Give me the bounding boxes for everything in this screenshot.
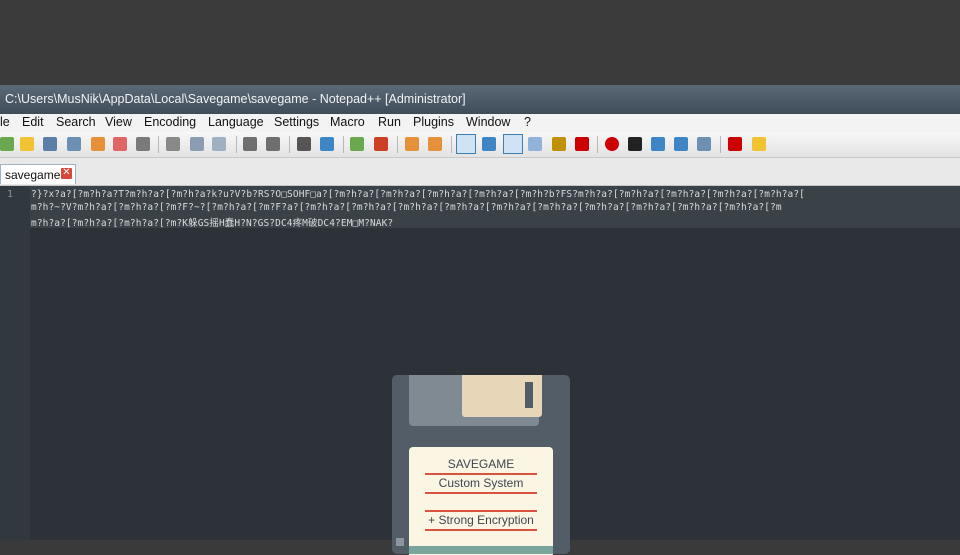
cut-icon[interactable]: [166, 137, 180, 151]
floppy-shutter-slot: [525, 382, 533, 408]
redo-icon[interactable]: [266, 137, 280, 151]
indent-guide-toggle[interactable]: [503, 134, 523, 154]
label-rule: [425, 529, 537, 531]
save-icon[interactable]: [43, 137, 57, 151]
toolbar-separator: [289, 136, 290, 153]
floppy-label-stripe: [409, 546, 553, 554]
new-file-icon[interactable]: [0, 137, 14, 151]
plugin-icon[interactable]: [752, 137, 766, 151]
menu-view[interactable]: View: [105, 115, 132, 129]
function-list-icon[interactable]: [575, 137, 589, 151]
floppy-shutter: [409, 375, 542, 426]
toolbar-separator: [451, 136, 452, 153]
save-macro-icon[interactable]: [697, 137, 711, 151]
menu-language[interactable]: Language: [208, 115, 264, 129]
sync-vertical-icon[interactable]: [405, 137, 419, 151]
word-wrap-toggle[interactable]: [456, 134, 476, 154]
floppy-label: SAVEGAME Custom System + Strong Encrypti…: [409, 447, 553, 555]
zoom-out-icon[interactable]: [374, 137, 388, 151]
tab-bar: savegame ✕: [0, 158, 960, 186]
toolbar: [0, 132, 960, 158]
toolbar-separator: [158, 136, 159, 153]
floppy-disk-image: SAVEGAME Custom System + Strong Encrypti…: [392, 375, 570, 555]
toolbar-separator: [397, 136, 398, 153]
floppy-label-line2: Custom System: [438, 476, 524, 490]
label-rule: [425, 492, 537, 494]
write-protect-notch: [396, 538, 404, 546]
save-all-icon[interactable]: [67, 137, 81, 151]
document-map-icon[interactable]: [552, 137, 566, 151]
floppy-label-title: SAVEGAME: [447, 457, 515, 471]
tab-savegame[interactable]: savegame ✕: [0, 164, 76, 184]
menu-edit[interactable]: Edit: [22, 115, 44, 129]
menu-window[interactable]: Window: [466, 115, 510, 129]
floppy-label-line3: + Strong Encryption: [428, 513, 534, 527]
print-icon[interactable]: [136, 137, 150, 151]
spell-check-icon[interactable]: [728, 137, 742, 151]
label-rule: [425, 510, 537, 512]
stop-macro-icon[interactable]: [628, 137, 642, 151]
user-language-icon[interactable]: [528, 137, 542, 151]
close-all-icon[interactable]: [113, 137, 127, 151]
title-bar[interactable]: C:\Users\MusNik\AppData\Local\Savegame\s…: [0, 85, 960, 114]
code-line: m?h?~?V?m?h?a?[?m?h?a?[?m?F?~?[?m?h?a?[?…: [31, 202, 782, 213]
toolbar-separator: [236, 136, 237, 153]
code-text[interactable]: ?}?x?a?[?m?h?a?T?m?h?a?[?m?h?a?k?u?V?b?R…: [30, 186, 960, 229]
desktop-background: [0, 0, 960, 85]
menu-encoding[interactable]: Encoding: [144, 115, 196, 129]
record-macro-icon[interactable]: [605, 137, 619, 151]
code-line: m?h?a?[?m?h?a?[?m?h?a?[?m?K躲GS摇H蠢H?N?GS?…: [31, 218, 394, 229]
toolbar-separator: [343, 136, 344, 153]
tab-label: savegame: [5, 168, 61, 182]
code-line: ?}?x?a?[?m?h?a?T?m?h?a?[?m?h?a?k?u?V?b?R…: [31, 189, 805, 200]
close-icon[interactable]: ✕: [61, 168, 72, 179]
menu-search[interactable]: Search: [56, 115, 96, 129]
menu-run[interactable]: Run: [378, 115, 401, 129]
show-all-characters-icon[interactable]: [482, 137, 496, 151]
menu-plugins[interactable]: Plugins: [413, 115, 454, 129]
zoom-in-icon[interactable]: [350, 137, 364, 151]
window-title: C:\Users\MusNik\AppData\Local\Savegame\s…: [5, 92, 466, 106]
menu-bar: le Edit Search View Encoding Language Se…: [0, 114, 960, 132]
find-icon[interactable]: [297, 137, 311, 151]
menu-file[interactable]: le: [0, 115, 10, 129]
line-number: 1: [7, 189, 14, 200]
menu-settings[interactable]: Settings: [274, 115, 319, 129]
editor-area[interactable]: 1 ?}?x?a?[?m?h?a?T?m?h?a?[?m?h?a?k?u?V?b…: [0, 186, 960, 555]
copy-icon[interactable]: [190, 137, 204, 151]
menu-macro[interactable]: Macro: [330, 115, 365, 129]
close-file-icon[interactable]: [91, 137, 105, 151]
paste-icon[interactable]: [212, 137, 226, 151]
label-rule: [425, 473, 537, 475]
line-number-gutter: 1: [0, 186, 30, 540]
replace-icon[interactable]: [320, 137, 334, 151]
toolbar-separator: [597, 136, 598, 153]
menu-help[interactable]: ?: [524, 115, 531, 129]
run-macro-multiple-icon[interactable]: [674, 137, 688, 151]
open-file-icon[interactable]: [20, 137, 34, 151]
toolbar-separator: [720, 136, 721, 153]
notepad-window: C:\Users\MusNik\AppData\Local\Savegame\s…: [0, 85, 960, 555]
sync-horizontal-icon[interactable]: [428, 137, 442, 151]
play-macro-icon[interactable]: [651, 137, 665, 151]
undo-icon[interactable]: [243, 137, 257, 151]
